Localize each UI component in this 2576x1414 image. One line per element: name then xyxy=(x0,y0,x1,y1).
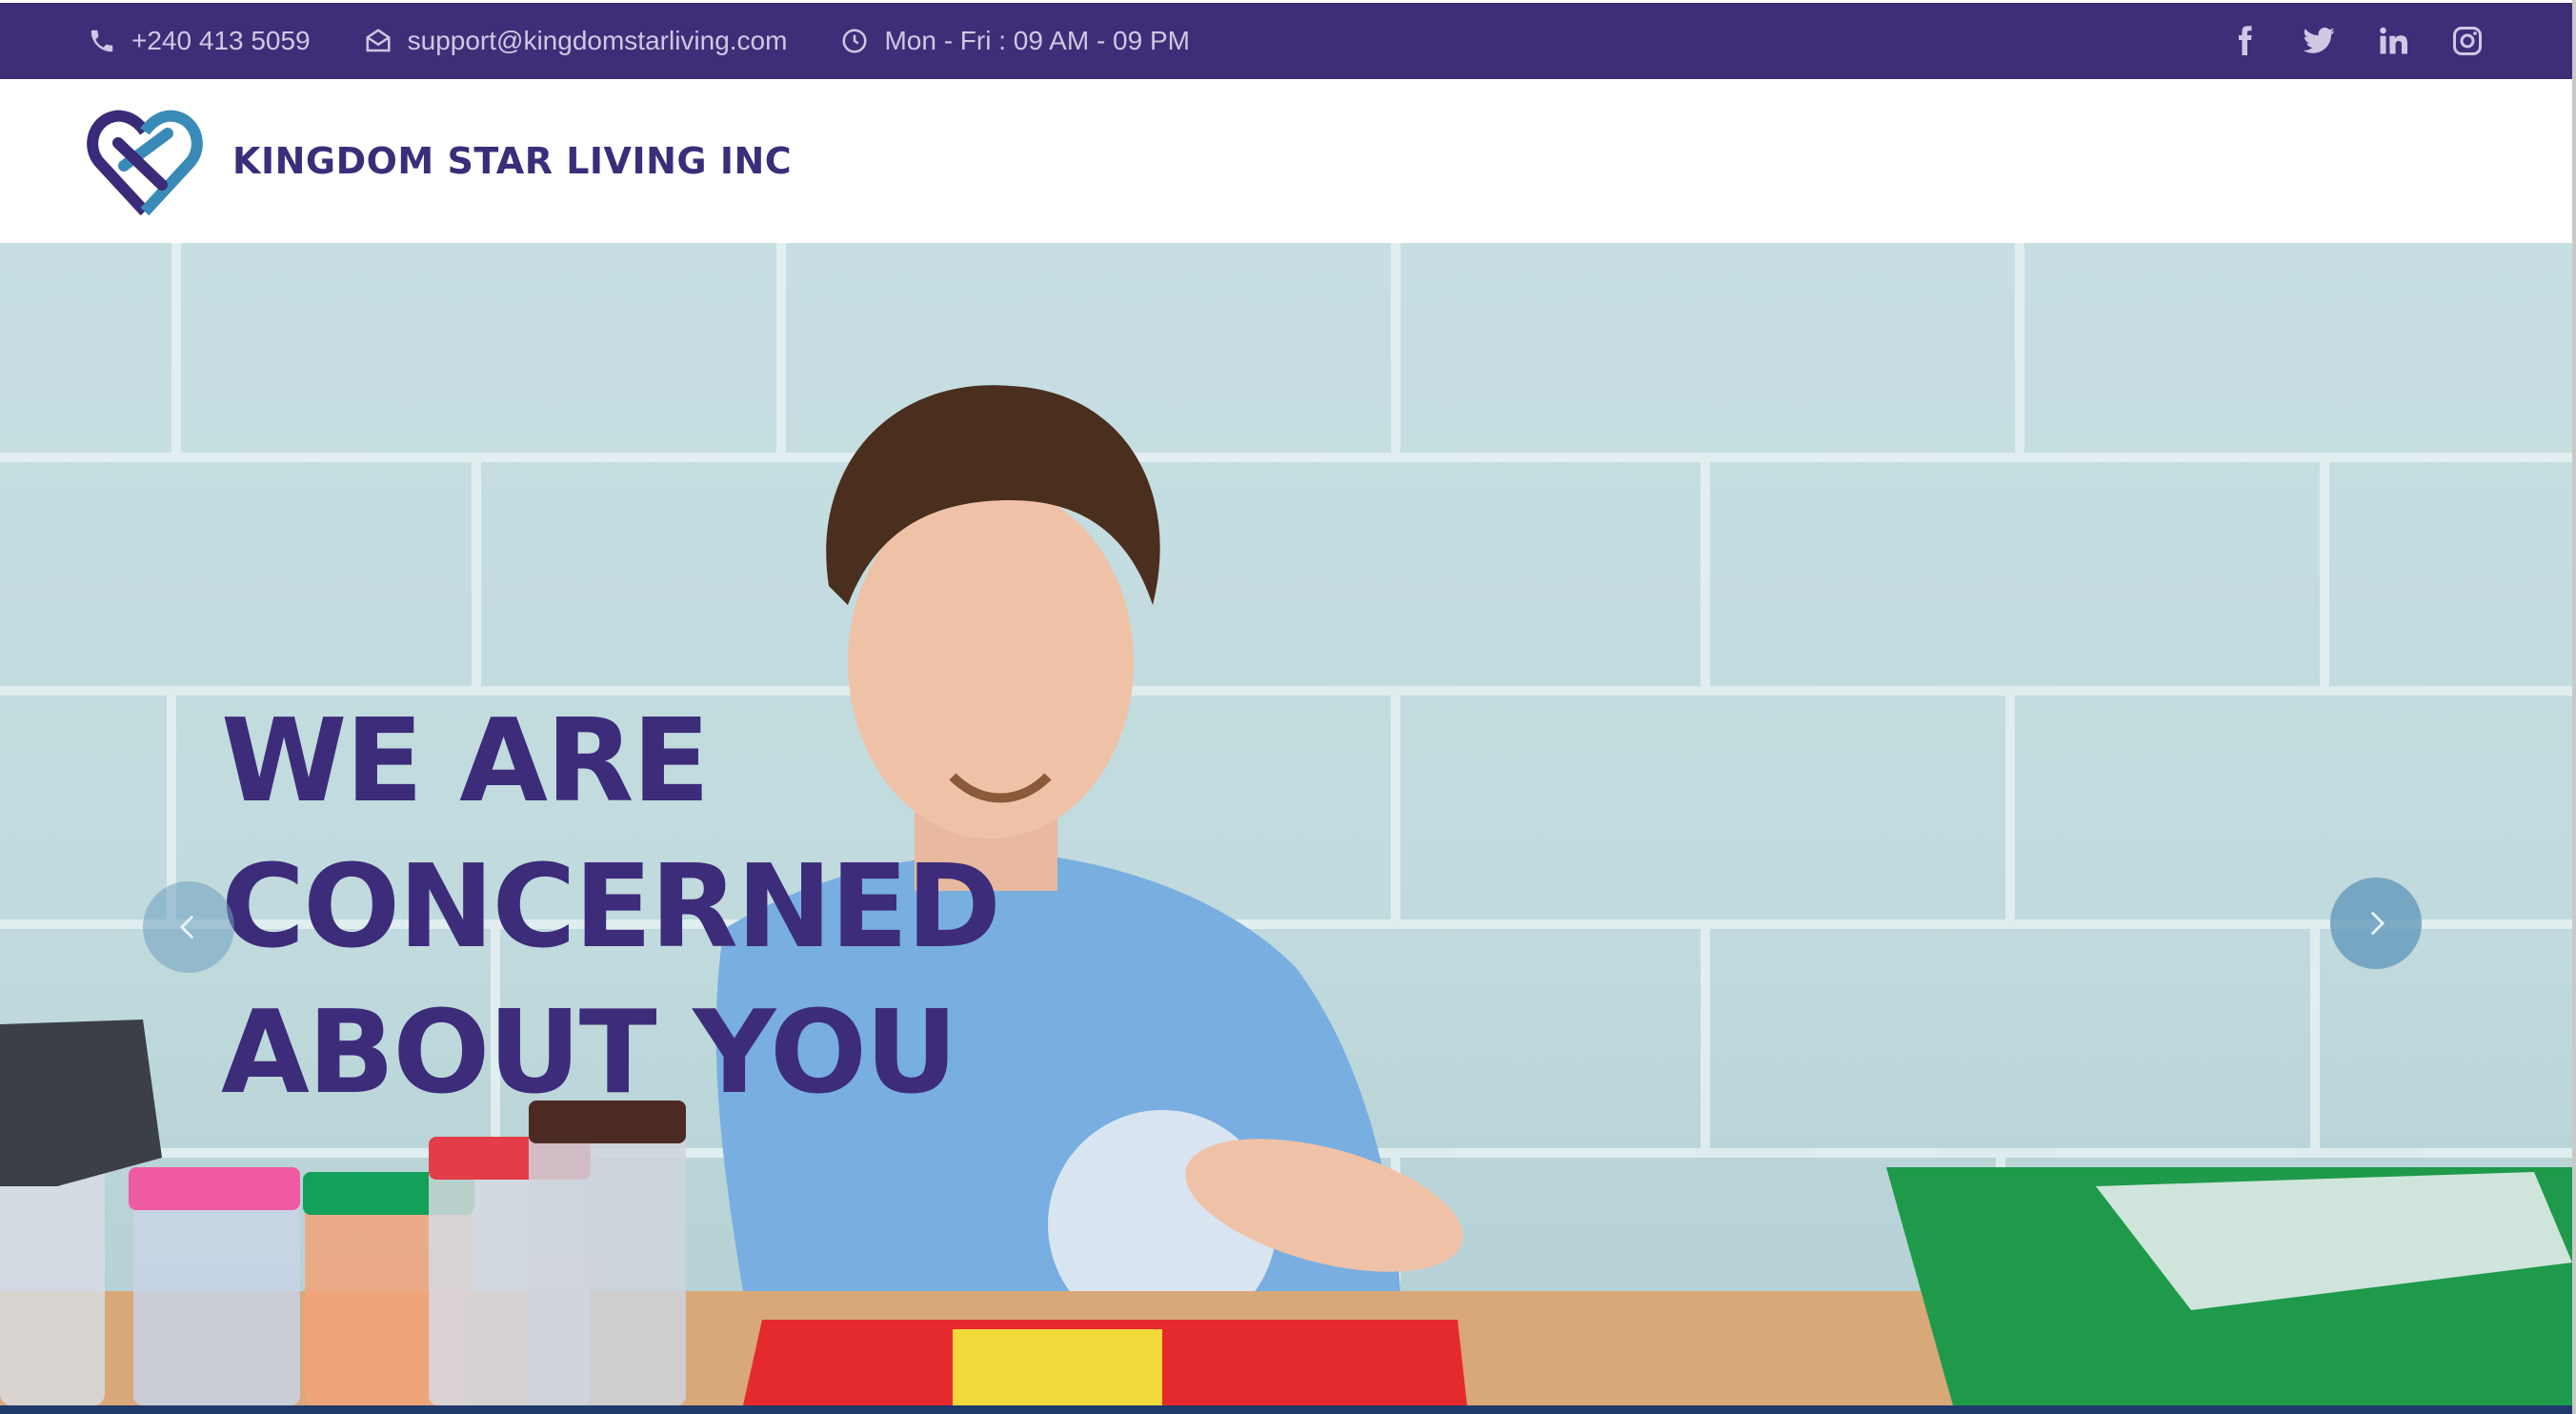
hours-text: Mon - Fri : 09 AM - 09 PM xyxy=(884,26,1190,55)
page: +240 413 5059 support@kingdomstarliving.… xyxy=(0,0,2572,1414)
hero-title-line-2: CONCERNED xyxy=(221,841,1001,974)
hero-slider: WE ARE CONCERNED ABOUT YOU xyxy=(0,243,2572,1405)
phone-contact[interactable]: +240 413 5059 xyxy=(88,26,311,56)
email-contact[interactable]: support@kingdomstarliving.com xyxy=(364,26,788,56)
slider-next-button[interactable] xyxy=(2330,878,2422,969)
social-links xyxy=(2187,24,2485,58)
instagram-icon xyxy=(2453,27,2482,55)
hero-title: WE ARE CONCERNED ABOUT YOU xyxy=(221,689,1001,1126)
linkedin-link[interactable] xyxy=(2376,24,2410,58)
top-contact-bar: +240 413 5059 support@kingdomstarliving.… xyxy=(0,3,2572,79)
twitter-link[interactable] xyxy=(2302,24,2336,58)
phone-icon xyxy=(91,30,113,52)
window-scrollbar[interactable] xyxy=(2572,0,2576,1414)
instagram-link[interactable] xyxy=(2450,24,2485,58)
hero-title-line-1: WE ARE xyxy=(221,696,710,828)
twitter-icon xyxy=(2303,27,2335,53)
opening-hours: Mon - Fri : 09 AM - 09 PM xyxy=(840,26,1190,56)
clock-icon xyxy=(842,29,867,53)
chevron-right-icon xyxy=(2370,911,2385,936)
facebook-link[interactable] xyxy=(2227,24,2262,58)
phone-number: +240 413 5059 xyxy=(131,26,311,55)
brand-name[interactable]: KINGDOM STAR LIVING INC xyxy=(232,140,792,182)
bottom-strip xyxy=(0,1405,2572,1414)
email-address: support@kingdomstarliving.com xyxy=(407,26,788,55)
site-header: KINGDOM STAR LIVING INC xyxy=(0,79,2572,243)
hero-title-line-3: ABOUT YOU xyxy=(221,987,957,1120)
heart-logo[interactable] xyxy=(86,105,204,217)
chevron-left-icon xyxy=(179,915,194,939)
linkedin-icon xyxy=(2380,27,2407,54)
slider-prev-button[interactable] xyxy=(143,881,234,973)
facebook-icon xyxy=(2239,26,2252,55)
mail-icon xyxy=(366,29,391,52)
